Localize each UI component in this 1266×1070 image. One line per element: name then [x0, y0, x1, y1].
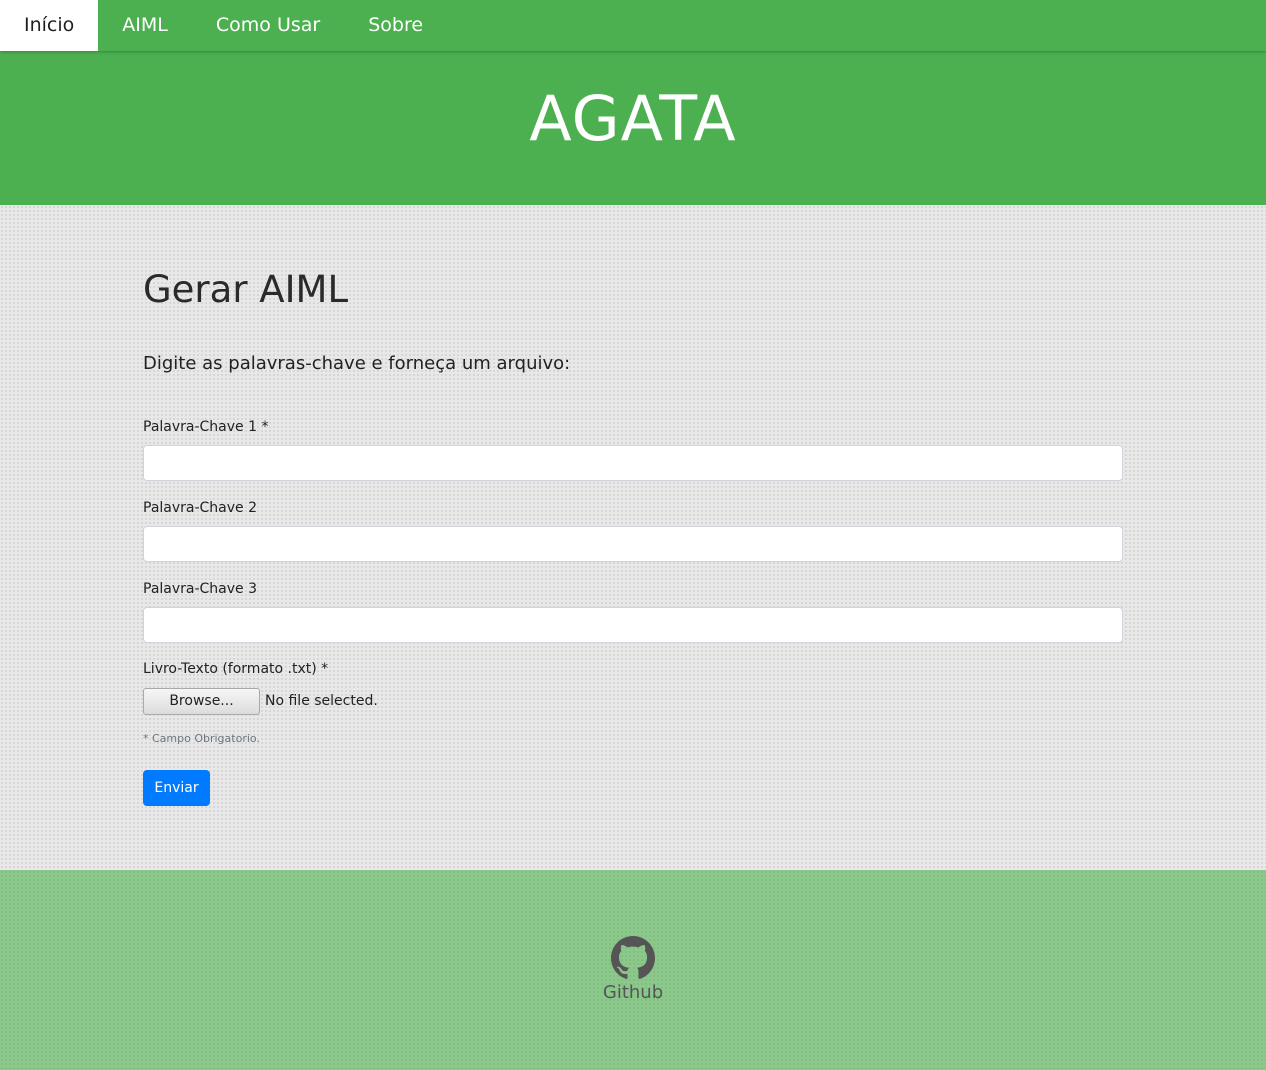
- keyword3-input[interactable]: [143, 607, 1123, 643]
- nav-item-inicio[interactable]: Início: [0, 0, 99, 51]
- github-icon: [611, 936, 655, 979]
- github-link[interactable]: Github: [593, 936, 673, 1003]
- page-title: Gerar AIML: [143, 268, 349, 311]
- nav-item-como-usar[interactable]: Como Usar: [192, 0, 344, 51]
- keyword3-label: Palavra-Chave 3: [143, 581, 258, 597]
- nav-item-sobre[interactable]: Sobre: [344, 0, 447, 51]
- site-title: AGATA: [529, 82, 737, 155]
- footer: Github: [0, 870, 1266, 1070]
- required-field-note: * Campo Obrigatorio.: [143, 732, 260, 745]
- keyword2-label: Palavra-Chave 2: [143, 500, 258, 516]
- keyword1-label: Palavra-Chave 1 *: [143, 419, 269, 435]
- keyword2-input[interactable]: [143, 526, 1123, 562]
- browse-button[interactable]: Browse...: [143, 688, 260, 715]
- submit-button[interactable]: Enviar: [143, 770, 210, 806]
- file-status: No file selected.: [265, 693, 378, 709]
- nav-item-aiml[interactable]: AIML: [98, 0, 192, 51]
- hero-banner: AGATA: [0, 51, 1266, 205]
- keyword1-input[interactable]: [143, 445, 1123, 481]
- top-navbar: Início AIML Como Usar Sobre: [0, 0, 1266, 51]
- main-content: Gerar AIML Digite as palavras-chave e fo…: [0, 205, 1266, 870]
- github-label: Github: [602, 982, 664, 1003]
- form-instructions: Digite as palavras-chave e forneça um ar…: [143, 353, 571, 374]
- file-label: Livro-Texto (formato .txt) *: [143, 661, 329, 677]
